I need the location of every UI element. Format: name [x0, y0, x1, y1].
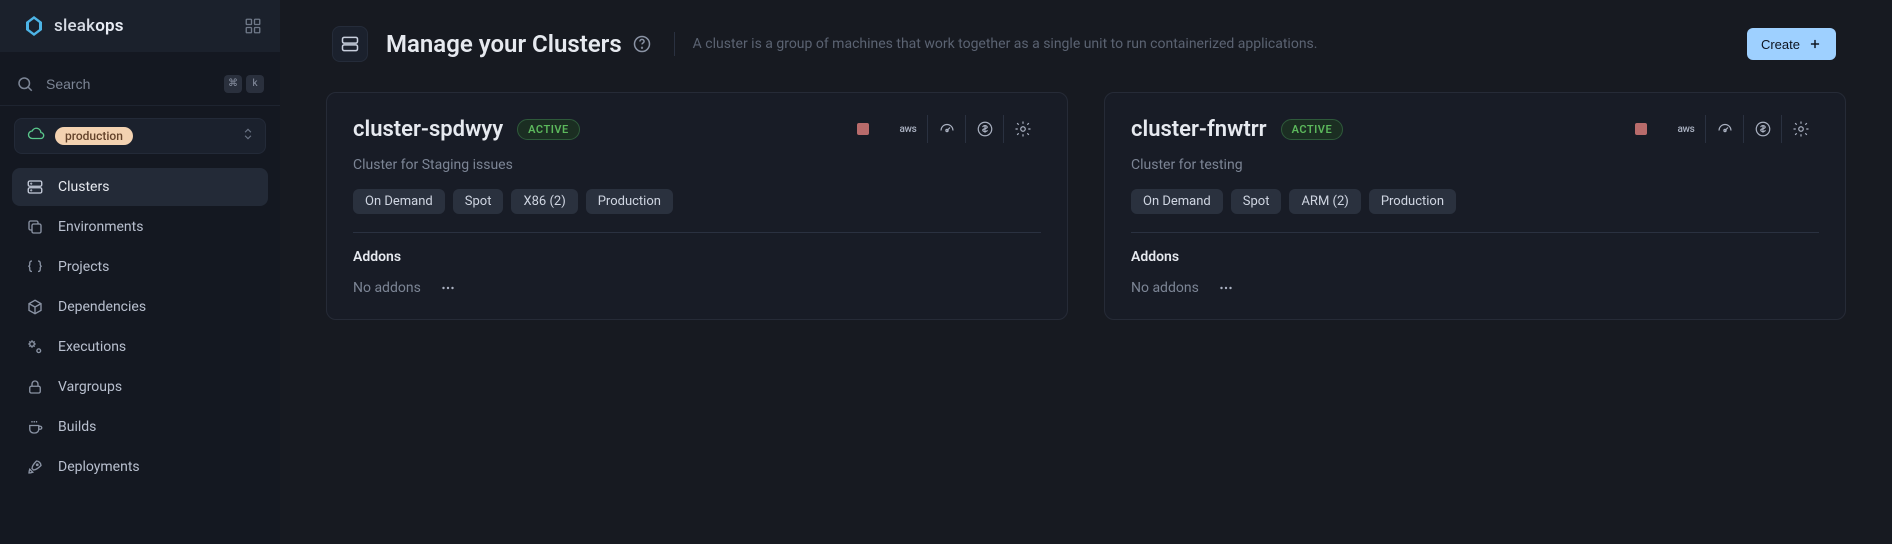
sidebar-item-vargroups[interactable]: Vargroups: [12, 368, 268, 406]
coffee-icon: [26, 418, 44, 436]
cloud-icon: [27, 125, 45, 147]
cluster-card: cluster-fnwtrr ACTIVE aws Cluster for te…: [1104, 92, 1846, 320]
cluster-tag: Spot: [1231, 189, 1282, 214]
addons-heading: Addons: [353, 249, 1041, 265]
sidebar-item-deployments[interactable]: Deployments: [12, 448, 268, 486]
topbar: sleakops: [0, 0, 280, 52]
help-icon[interactable]: [632, 34, 652, 54]
sidebar-item-label: Clusters: [58, 179, 109, 195]
lock-icon: [26, 378, 44, 396]
cost-icon[interactable]: [965, 115, 1003, 143]
cluster-description: Cluster for testing: [1131, 157, 1819, 173]
cluster-card-header: cluster-fnwtrr ACTIVE aws: [1131, 115, 1819, 143]
cluster-name: cluster-fnwtrr: [1131, 117, 1267, 142]
search-shortcut: ⌘k: [224, 75, 264, 93]
nav: Clusters Environments Projects Dependenc…: [0, 162, 280, 492]
no-addons-text: No addons: [1131, 280, 1199, 296]
sidebar-item-label: Builds: [58, 419, 96, 435]
cluster-tag: Spot: [453, 189, 504, 214]
cluster-card: cluster-spdwyy ACTIVE aws Cluster for St…: [326, 92, 1068, 320]
environment-badge: production: [55, 127, 133, 145]
sidebar-item-label: Vargroups: [58, 379, 122, 395]
card-divider: [1131, 232, 1819, 233]
settings-icon[interactable]: [1003, 115, 1041, 143]
cube-icon: [26, 298, 44, 316]
cluster-tags: On Demand Spot X86 (2) Production: [353, 189, 1041, 214]
sidebar-item-executions[interactable]: Executions: [12, 328, 268, 366]
cluster-tag: Production: [1369, 189, 1456, 214]
apps-grid-icon[interactable]: [244, 17, 262, 35]
no-addons-text: No addons: [353, 280, 421, 296]
cluster-actions: aws: [889, 115, 1041, 143]
page-header: Manage your Clusters A cluster is a grou…: [326, 26, 1846, 62]
addons-row: No addons: [353, 279, 1041, 297]
cluster-name: cluster-spdwyy: [353, 117, 503, 142]
create-button[interactable]: Create: [1747, 28, 1836, 60]
cluster-tags: On Demand Spot ARM (2) Production: [1131, 189, 1819, 214]
sidebar-item-environments[interactable]: Environments: [12, 208, 268, 246]
rocket-icon: [26, 458, 44, 476]
cluster-tag: On Demand: [1131, 189, 1223, 214]
cluster-card-header: cluster-spdwyy ACTIVE aws: [353, 115, 1041, 143]
sidebar-item-label: Environments: [58, 219, 143, 235]
cluster-tag: X86 (2): [511, 189, 577, 214]
cluster-tag: On Demand: [353, 189, 445, 214]
sidebar-item-label: Executions: [58, 339, 126, 355]
main-content: Manage your Clusters A cluster is a grou…: [280, 0, 1892, 544]
addons-heading: Addons: [1131, 249, 1819, 265]
sidebar-item-builds[interactable]: Builds: [12, 408, 268, 446]
sidebar-item-dependencies[interactable]: Dependencies: [12, 288, 268, 326]
header-divider: [674, 32, 675, 56]
cluster-tag: Production: [586, 189, 673, 214]
sidebar-item-label: Deployments: [58, 459, 140, 475]
chevron-up-down-icon: [241, 127, 255, 145]
cluster-description: Cluster for Staging issues: [353, 157, 1041, 173]
dashboard-icon[interactable]: [927, 115, 965, 143]
logo-icon: [22, 14, 46, 38]
status-indicator: [1635, 123, 1647, 135]
copy-icon: [26, 218, 44, 236]
page-description: A cluster is a group of machines that wo…: [693, 36, 1729, 52]
cluster-tag: ARM (2): [1289, 189, 1360, 214]
more-icon[interactable]: [1217, 279, 1235, 297]
search-bar[interactable]: ⌘k: [0, 62, 280, 106]
environment-selector[interactable]: production: [14, 118, 266, 154]
sidebar-item-projects[interactable]: Projects: [12, 248, 268, 286]
logo-text: sleakops: [54, 16, 124, 36]
page-header-icon: [332, 26, 368, 62]
plus-icon: [1808, 37, 1822, 51]
status-indicator: [857, 123, 869, 135]
sidebar-item-clusters[interactable]: Clusters: [12, 168, 268, 206]
cost-icon[interactable]: [1743, 115, 1781, 143]
gears-icon: [26, 338, 44, 356]
card-divider: [353, 232, 1041, 233]
sidebar-item-label: Projects: [58, 259, 109, 275]
settings-icon[interactable]: [1781, 115, 1819, 143]
server-icon: [26, 178, 44, 196]
more-icon[interactable]: [439, 279, 457, 297]
logo[interactable]: sleakops: [22, 14, 124, 38]
braces-icon: [26, 258, 44, 276]
cluster-cards: cluster-spdwyy ACTIVE aws Cluster for St…: [326, 92, 1846, 320]
cluster-status-badge: ACTIVE: [517, 119, 580, 140]
dashboard-icon[interactable]: [1705, 115, 1743, 143]
page-title: Manage your Clusters: [386, 30, 652, 58]
cluster-actions: aws: [1667, 115, 1819, 143]
provider-aws-icon[interactable]: aws: [889, 115, 927, 143]
search-icon: [16, 75, 34, 93]
sidebar: sleakops ⌘k production Cl: [0, 0, 280, 544]
addons-row: No addons: [1131, 279, 1819, 297]
provider-aws-icon[interactable]: aws: [1667, 115, 1705, 143]
cluster-status-badge: ACTIVE: [1281, 119, 1344, 140]
sidebar-item-label: Dependencies: [58, 299, 146, 315]
